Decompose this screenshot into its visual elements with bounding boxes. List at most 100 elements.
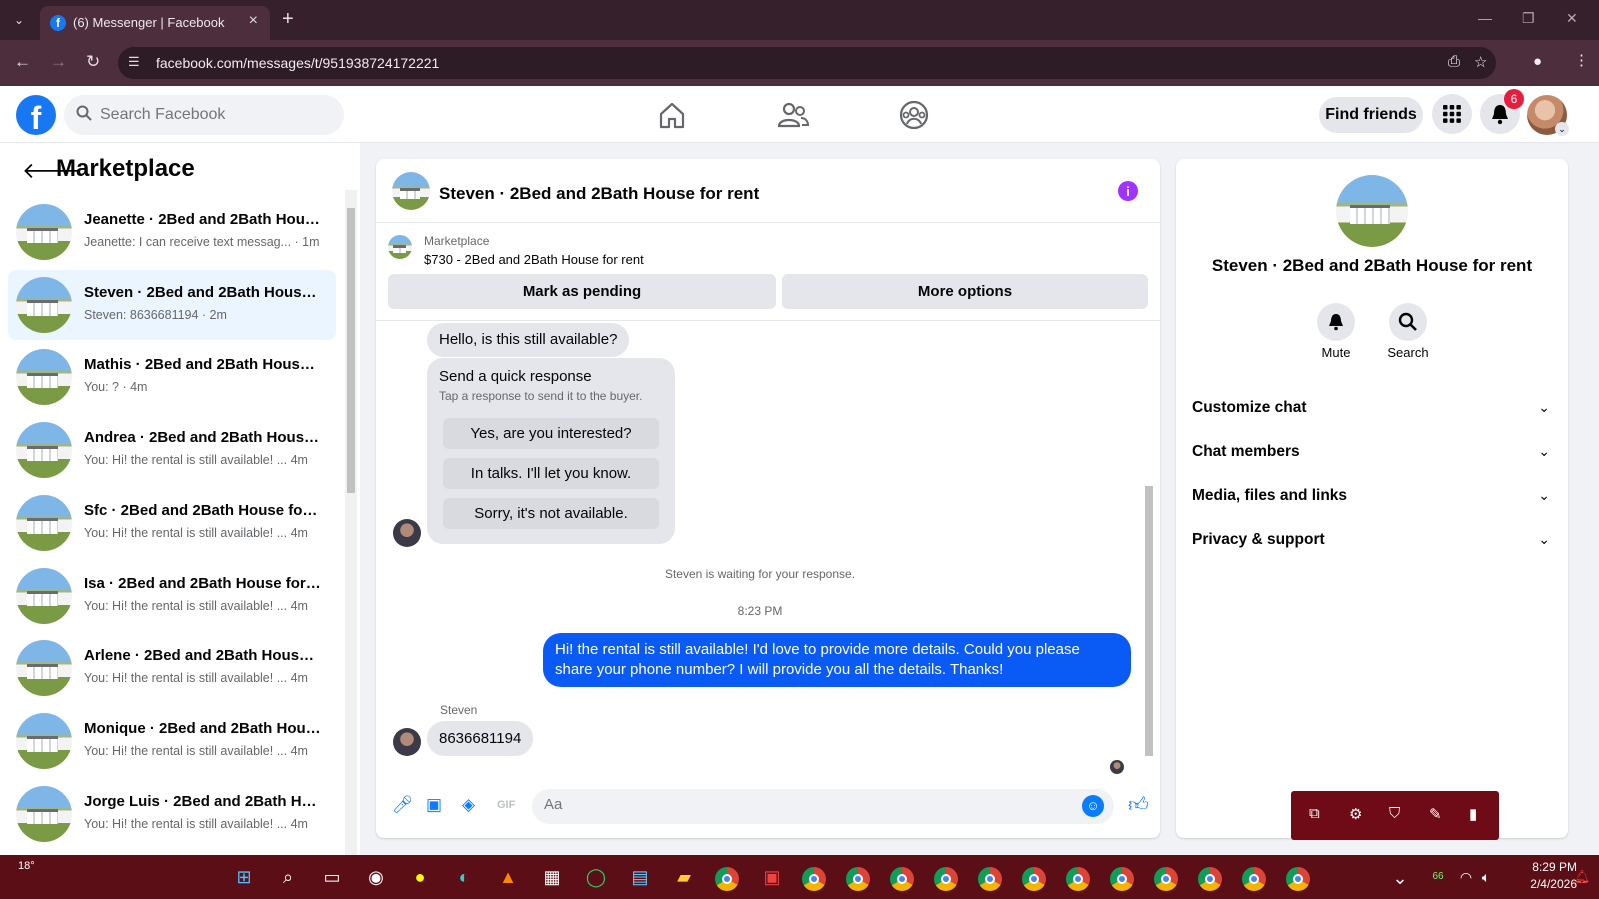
like-thumb-icon[interactable]: 👍︎ [1128,793,1149,817]
listing-title[interactable]: $730 - 2Bed and 2Bath House for rent [424,252,644,267]
chat-members-section[interactable]: Chat members ⌄ [1192,434,1552,474]
search-box[interactable] [64,95,344,135]
shield-icon[interactable]: ⛉ [1389,805,1400,822]
tray-expand-icon[interactable]: ⌄ [1386,864,1414,892]
start-icon[interactable]: ⊞ [230,863,258,891]
photo-icon[interactable]: ▣ [426,795,442,815]
chrome-icon[interactable] [1242,867,1266,891]
conversation-item[interactable]: Sfc · 2Bed and 2Bath House for rent You: … [8,488,336,558]
message-box[interactable]: ☺ [532,789,1114,824]
tab-search-dropdown-icon[interactable]: ⌄ [8,9,30,31]
chrome-icon[interactable] [715,867,739,891]
sender-avatar[interactable] [393,728,421,756]
file-explorer-icon[interactable]: ▰ [670,863,698,891]
find-friends-button[interactable]: Find friends [1319,97,1423,133]
feather-icon[interactable]: ✎ [1429,805,1442,823]
friends-icon[interactable] [776,98,810,132]
forward-icon[interactable]: → [50,52,67,72]
whatsapp-icon[interactable]: ◯ [582,863,610,891]
edge-icon[interactable]: ◐ [450,863,478,891]
panel-title: Marketplace [56,155,195,182]
capture-icon[interactable]: ⧉ [1309,805,1320,822]
sender-avatar[interactable] [393,519,421,547]
search-icon[interactable]: ⌕ [274,863,302,891]
conversation-item[interactable]: Monique · 2Bed and 2Bath House for rent Y… [8,706,336,776]
store-icon[interactable]: ▦ [538,863,566,891]
reload-icon[interactable]: ↻ [86,52,100,72]
volume-icon[interactable]: 🔈︎ [1472,863,1500,891]
chat-avatar[interactable] [392,172,430,210]
emoji-icon[interactable]: ☺ [1082,795,1104,817]
message-input[interactable] [544,796,1064,813]
task-view-icon[interactable]: ▭ [318,863,346,891]
conversation-scrollbar[interactable] [345,190,357,855]
vlc-icon[interactable]: ▲ [494,863,522,891]
sticker-icon[interactable]: ◈ [462,795,475,815]
weather-widget[interactable]: 18° [18,860,35,872]
notification-bell-icon[interactable]: 🔔︎ [1568,863,1596,891]
account-chevron-icon[interactable]: ⌄ [1555,122,1569,136]
conversation-item[interactable]: Steven · 2Bed and 2Bath House for rent St… [8,269,336,340]
window-close-icon[interactable]: ✕ [1566,10,1578,27]
menu-button[interactable] [1432,94,1472,134]
home-icon[interactable] [655,98,689,132]
chrome-icon[interactable] [846,867,870,891]
info-icon[interactable]: i [1118,181,1138,201]
more-menu-icon[interactable]: ⋮ [1574,51,1589,69]
chrome-icon[interactable] [1286,867,1310,891]
minimize-icon[interactable]: — [1478,10,1492,26]
chat-info-avatar[interactable] [1336,175,1408,247]
listing-thumbnail[interactable] [388,235,412,259]
conversation-item[interactable]: Arlene · 2Bed and 2Bath House for rent Yo… [8,633,336,703]
conversation-item[interactable]: Jorge Luis · 2Bed and 2Bath House for re… [8,779,336,849]
app-icon[interactable]: ▤ [626,863,654,891]
mute-button[interactable] [1317,303,1355,341]
conversation-item[interactable]: Andrea · 2Bed and 2Bath House for rent Yo… [8,415,336,485]
snapchat-icon[interactable]: ● [406,863,434,891]
conversation-item[interactable]: Mathis · 2Bed and 2Bath House for rent Yo… [8,342,336,412]
chat-title[interactable]: Steven · 2Bed and 2Bath House for rent [439,184,759,204]
more-options-button[interactable]: More options [782,274,1148,309]
chrome-icon[interactable] [802,867,826,891]
back-icon[interactable]: ← [14,52,31,72]
media-files-section[interactable]: Media, files and links ⌄ [1192,478,1552,518]
quick-response-option[interactable]: In talks. I'll let you know. [443,458,659,489]
chrome-icon[interactable] [1066,867,1090,891]
chrome-icon[interactable] [978,867,1002,891]
search-conversation-button[interactable] [1389,303,1427,341]
url-bar[interactable]: ☰ facebook.com/messages/t/95193872417222… [118,47,1496,79]
gif-icon[interactable]: GIF [497,799,515,811]
privacy-support-section[interactable]: Privacy & support ⌄ [1192,522,1552,562]
chrome-icon[interactable] [1154,867,1178,891]
steam-icon[interactable]: ◉ [362,863,390,891]
tray-app-icon[interactable]: 66 [1424,863,1452,891]
chat-scrollbar[interactable] [1143,323,1155,771]
chrome-icon[interactable] [1022,867,1046,891]
search-input[interactable] [100,104,320,126]
clock[interactable]: 8:29 PM 2/4/2026 [1505,859,1577,893]
app-icon[interactable]: ▣ [758,863,786,891]
customize-chat-section[interactable]: Customize chat ⌄ [1192,390,1552,430]
groups-icon[interactable] [897,98,931,132]
site-info-icon[interactable]: ☰ [128,54,140,70]
quick-response-option[interactable]: Yes, are you interested? [443,418,659,449]
close-tab-icon[interactable]: × [249,12,258,30]
new-tab-icon[interactable]: + [282,8,294,31]
mark-pending-button[interactable]: Mark as pending [388,274,776,309]
chart-icon[interactable]: ▮ [1469,805,1477,823]
restore-icon[interactable]: ❐ [1522,10,1535,27]
conversation-item[interactable]: Jeanette · 2Bed and 2Bath House for rent… [8,197,336,267]
voice-clip-icon[interactable]: 🎤︎ [392,795,414,815]
steam-icon[interactable]: ⚙ [1349,805,1362,823]
chrome-icon[interactable] [934,867,958,891]
profile-icon[interactable]: ● [1533,53,1542,70]
conversation-item[interactable]: Isa · 2Bed and 2Bath House for rent You: … [8,561,336,631]
chrome-icon[interactable] [1198,867,1222,891]
bookmark-star-icon[interactable]: ☆ [1474,53,1487,71]
install-app-icon[interactable]: ⎙ [1448,53,1460,70]
browser-tab[interactable]: f (6) Messenger | Facebook × [40,6,270,40]
chrome-icon[interactable] [890,867,914,891]
quick-response-option[interactable]: Sorry, it's not available. [443,498,659,529]
chrome-icon[interactable] [1110,867,1134,891]
facebook-logo-icon[interactable]: f [16,95,56,135]
